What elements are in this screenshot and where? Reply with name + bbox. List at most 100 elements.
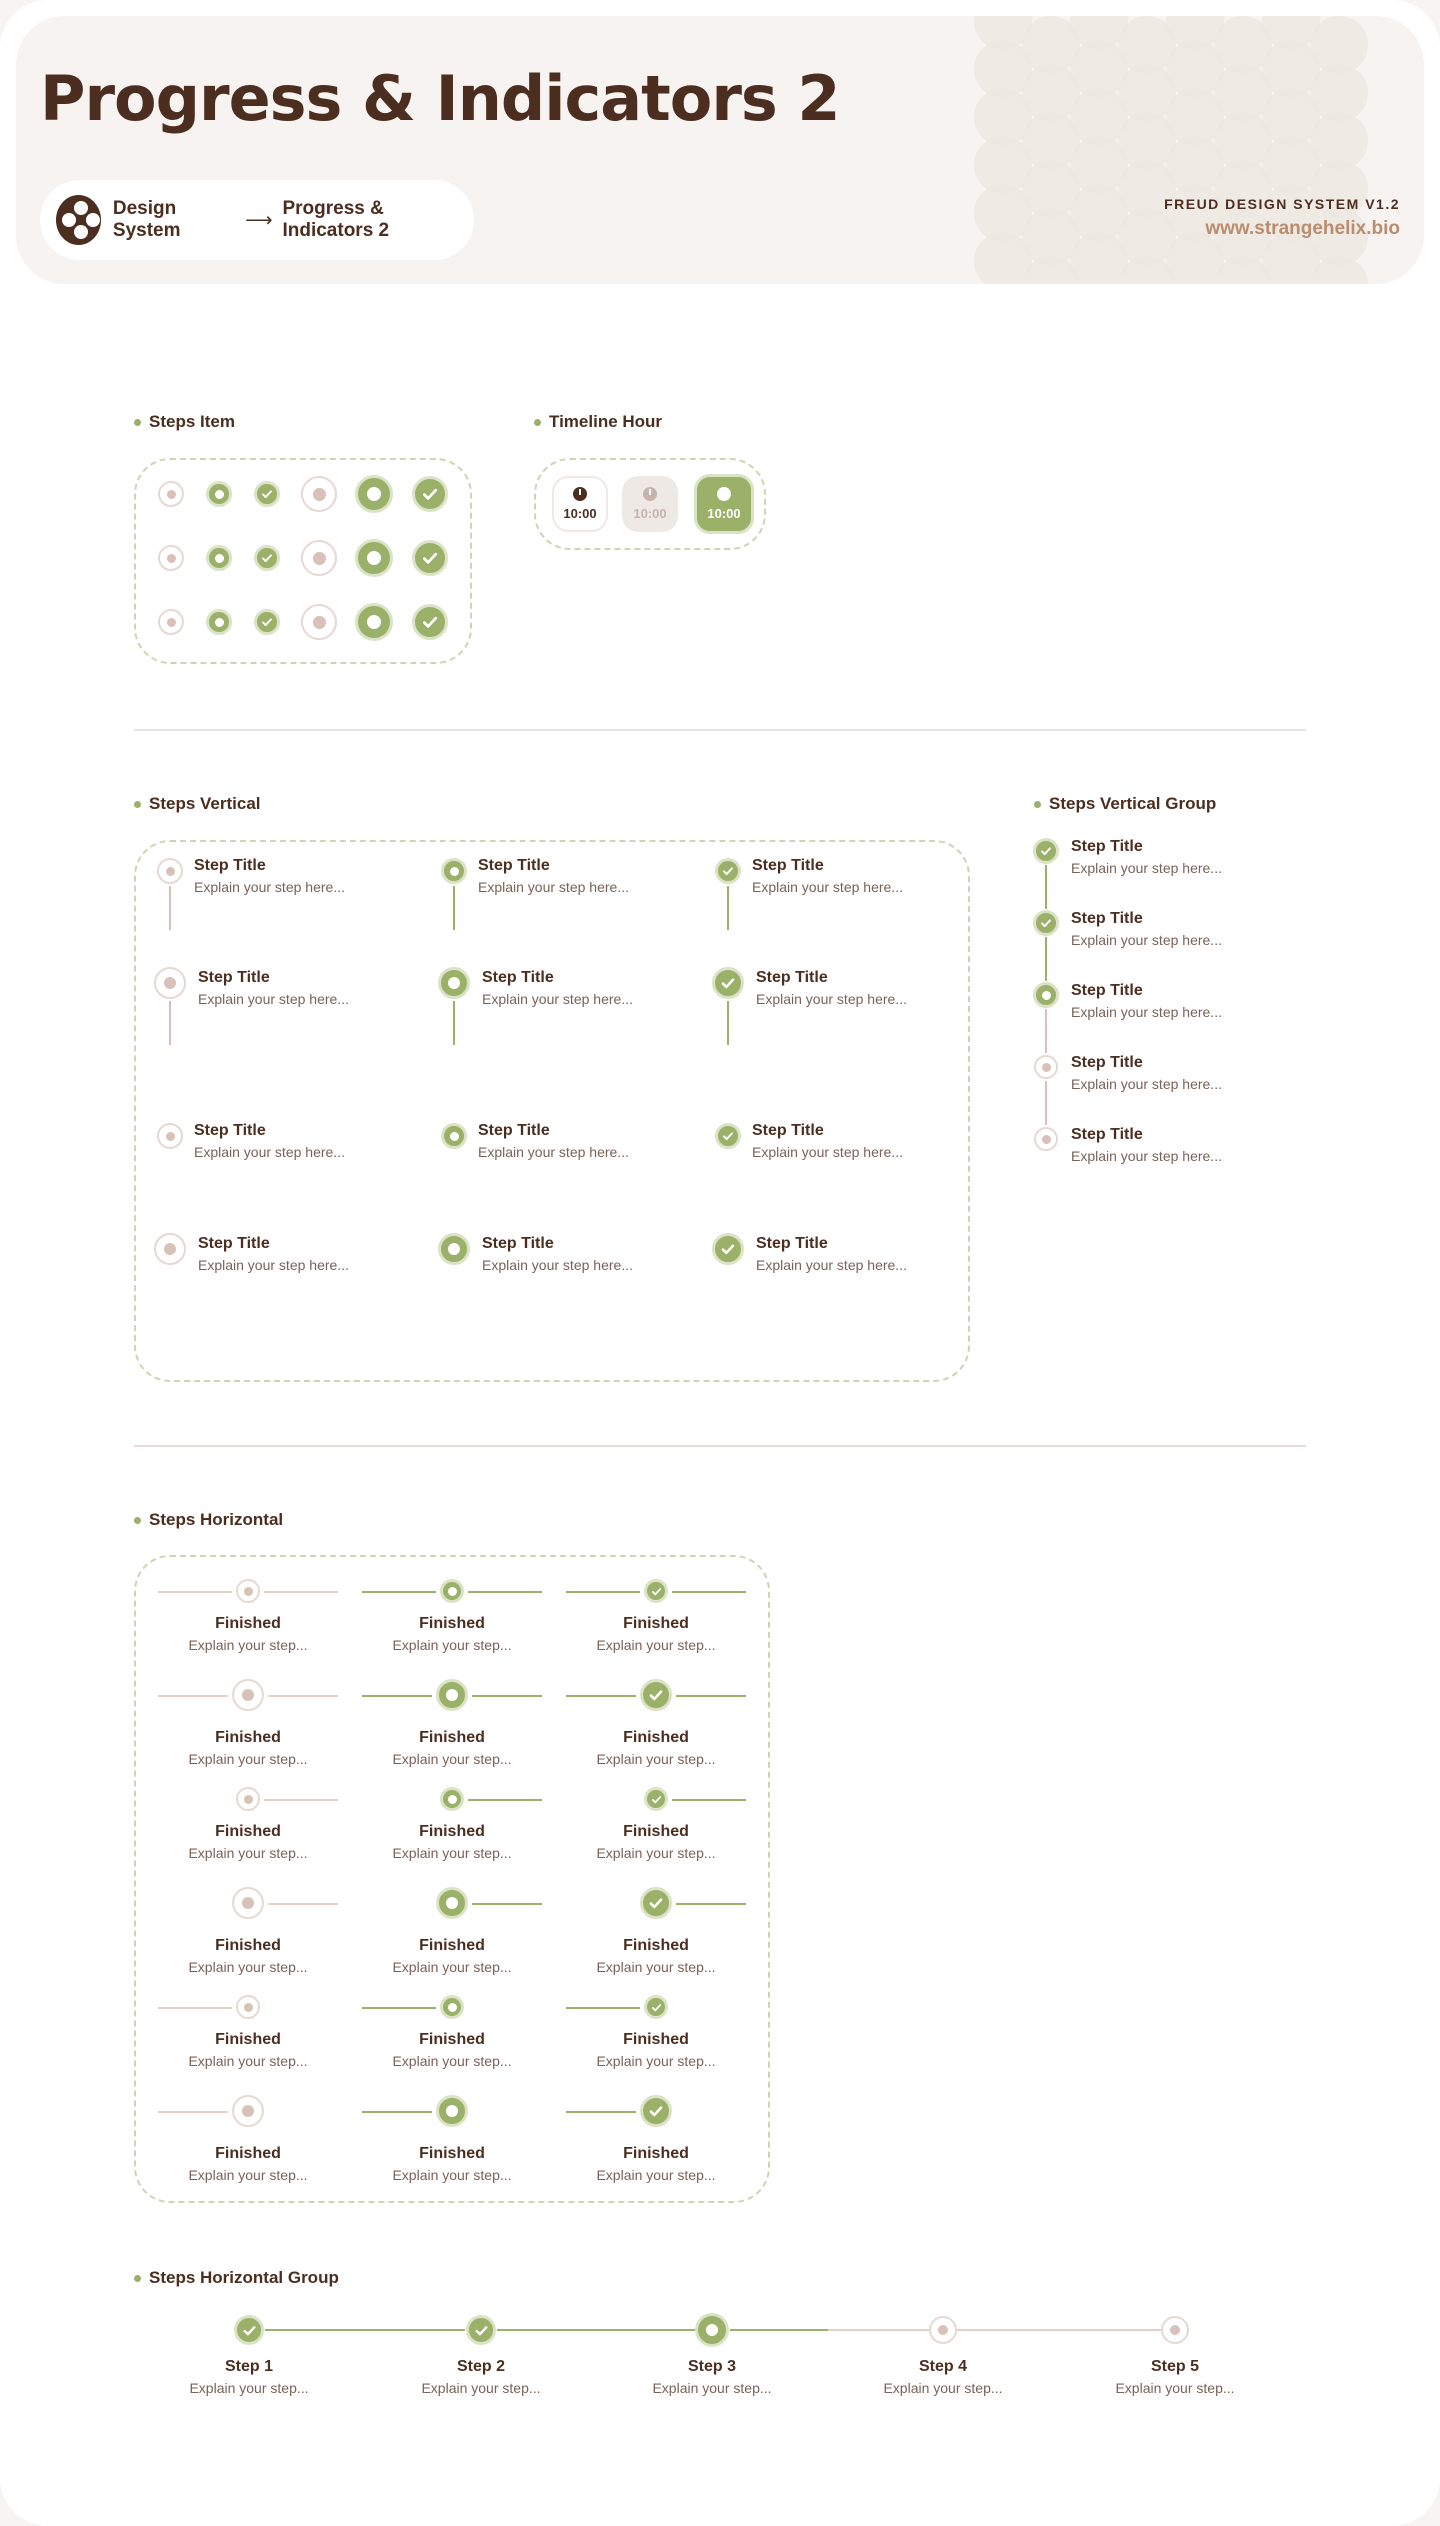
step-indicator-empty[interactable] [154,1233,186,1265]
step-indicator-active[interactable] [441,858,467,884]
step-indicator-dot [449,1131,459,1141]
step-indicator-active[interactable] [438,967,470,999]
step-description: Explain your step here... [1071,1076,1222,1092]
step-indicator-done[interactable] [640,1679,672,1711]
check-icon [651,1587,661,1595]
step-indicator-active[interactable] [695,2313,729,2347]
connector-line [566,2111,636,2113]
connector-line [158,1591,232,1593]
breadcrumb-item-current[interactable]: Progress & Indicators 2 [282,198,474,242]
step-indicator-done[interactable] [412,604,448,640]
step-indicator-empty[interactable] [158,481,184,507]
step-indicator-dot [166,617,176,627]
clock-icon [573,487,587,501]
step-indicator-active[interactable] [436,1679,468,1711]
step-indicator-active[interactable] [436,1887,468,1919]
step-indicator-done[interactable] [644,1995,668,2019]
step-title: Step 3 [687,2358,736,2375]
step-indicator-done[interactable] [254,609,280,635]
step-title: Step Title [756,1235,828,1252]
step-indicator-empty[interactable] [301,604,337,640]
step-indicator-active[interactable] [355,603,393,641]
timeline-hour-active[interactable]: 10:00 [694,474,754,534]
step-indicator-done[interactable] [1033,910,1059,936]
step-indicator-dot [243,1586,253,1596]
step-indicator-done[interactable] [254,481,280,507]
section-steps-horizontal: Steps Horizontal [134,1510,283,1530]
timeline-hour-default[interactable]: 10:00 [552,476,608,532]
step-indicator-active[interactable] [206,545,232,571]
check-icon [651,1795,661,1803]
step-indicator-done[interactable] [1033,838,1059,864]
connector-line [264,1799,338,1801]
connector-line [362,2007,436,2009]
step-indicator-active[interactable] [355,539,393,577]
step-indicator-active[interactable] [440,1787,464,1811]
step-title: Step Title [1071,838,1143,855]
step-indicator-empty[interactable] [158,609,184,635]
step-indicator-dot [1041,990,1051,1000]
step-indicator-done[interactable] [412,540,448,576]
step-description: Explain your step... [189,2380,309,2396]
step-indicator-active[interactable] [440,1995,464,2019]
step-indicator-dot [447,1794,457,1804]
site-link[interactable]: www.strangehelix.bio [1164,218,1400,240]
step-indicator-empty[interactable] [301,476,337,512]
step-indicator-done[interactable] [715,858,741,884]
step-indicator-done[interactable] [712,967,744,999]
check-icon [243,2325,255,2335]
step-indicator-active[interactable] [355,475,393,513]
step-indicator-done[interactable] [644,1787,668,1811]
connector-line [957,2329,1161,2331]
step-indicator-done[interactable] [254,545,280,571]
step-title: Step Title [478,1122,550,1139]
step-indicator-dot [448,977,460,989]
timeline-hour-disabled[interactable]: 10:00 [622,476,678,532]
step-indicator-dot [1041,1134,1051,1144]
step-indicator-dot [165,866,175,876]
step-indicator-done[interactable] [640,2095,672,2127]
breadcrumb-item-design-system[interactable]: Design System [113,198,235,242]
step-indicator-done[interactable] [715,1123,741,1149]
connector-line [566,1591,640,1593]
step-indicator-done[interactable] [234,2315,264,2345]
step-indicator-active[interactable] [440,1579,464,1603]
connector-line [497,2329,696,2331]
step-indicator-empty[interactable] [157,858,183,884]
step-indicator-empty[interactable] [158,545,184,571]
step-indicator-active[interactable] [206,481,232,507]
step-indicator-empty[interactable] [232,1887,264,1919]
step-indicator-dot [1170,2325,1180,2335]
step-indicator-empty[interactable] [232,1679,264,1711]
step-indicator-done[interactable] [466,2315,496,2345]
step-indicator-empty[interactable] [236,1787,260,1811]
step-title: Finished [623,1823,689,1840]
step-indicator-active[interactable] [441,1123,467,1149]
step-indicator-dot [166,489,176,499]
step-indicator-active[interactable] [206,609,232,635]
step-indicator-empty[interactable] [929,2316,957,2344]
step-title: Finished [419,1937,485,1954]
step-indicator-empty[interactable] [236,1995,260,2019]
step-indicator-empty[interactable] [1034,1055,1058,1079]
step-title: Step Title [756,969,828,986]
step-indicator-empty[interactable] [301,540,337,576]
step-indicator-done[interactable] [412,476,448,512]
step-indicator-empty[interactable] [1161,2316,1189,2344]
step-indicator-active[interactable] [438,1233,470,1265]
step-indicator-done[interactable] [712,1233,744,1265]
step-indicator-empty[interactable] [232,2095,264,2127]
check-icon [423,616,437,628]
step-title: Step 4 [918,2358,967,2375]
step-description: Explain your step... [392,1959,512,1975]
step-indicator-done[interactable] [640,1887,672,1919]
step-indicator-empty[interactable] [1034,1127,1058,1151]
connector-line [566,2007,640,2009]
step-indicator-empty[interactable] [236,1579,260,1603]
step-indicator-done[interactable] [644,1579,668,1603]
step-indicator-active[interactable] [1033,982,1059,1008]
step-indicator-empty[interactable] [157,1123,183,1149]
step-indicator-active[interactable] [436,2095,468,2127]
connector-line [566,1695,636,1697]
step-indicator-empty[interactable] [154,967,186,999]
